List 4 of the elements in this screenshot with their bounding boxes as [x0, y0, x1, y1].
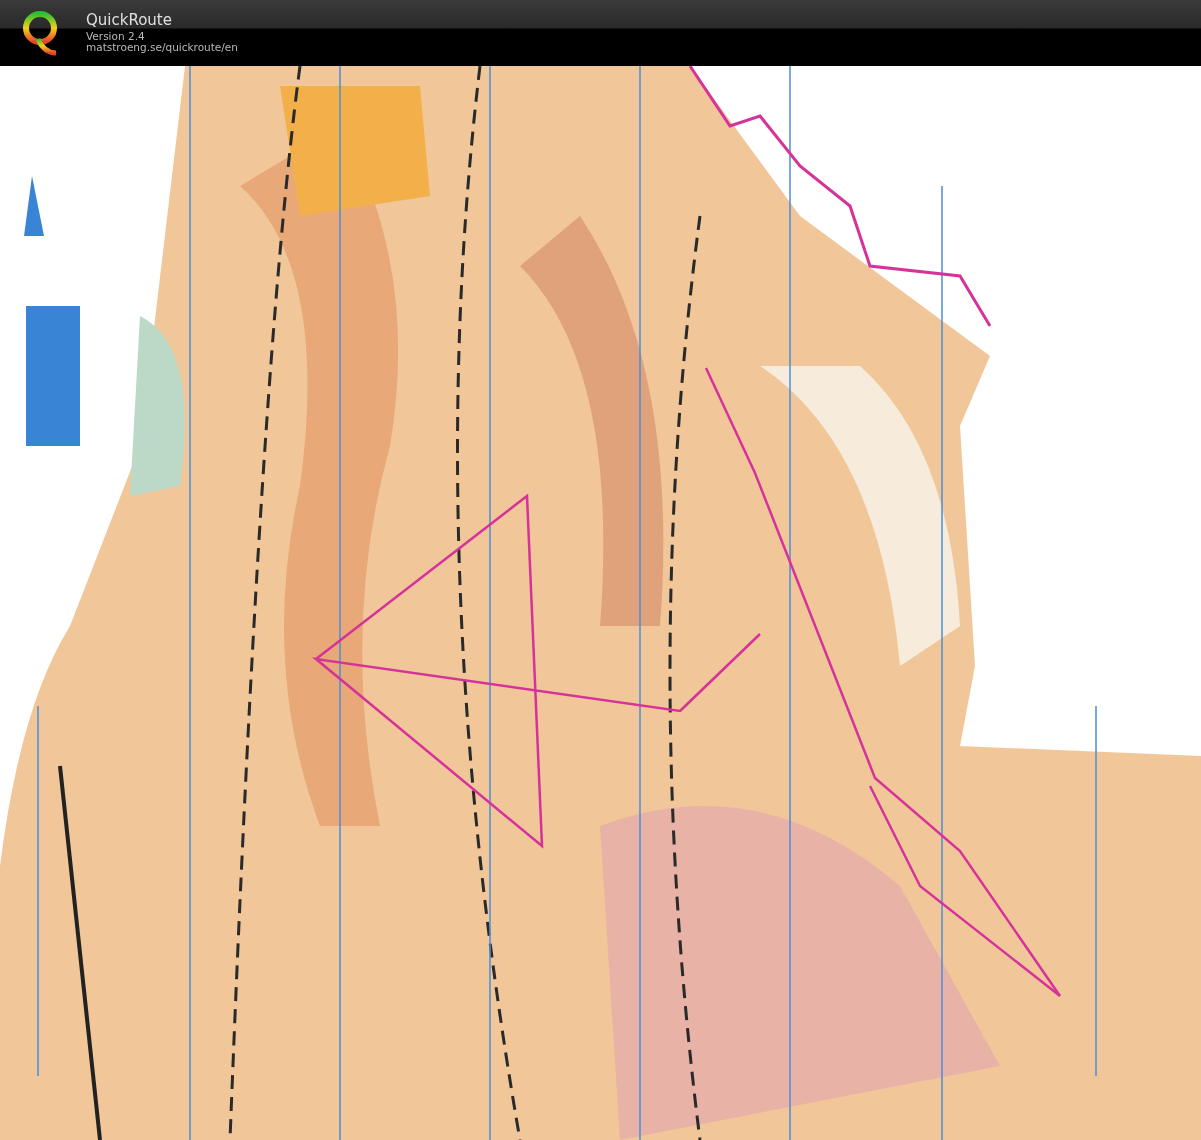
version-text: Version 2.4	[86, 30, 146, 43]
logo-icon	[20, 9, 60, 57]
app-title: QuickRoute	[86, 12, 173, 29]
website-url: matstroeng.se/quickroute/en	[86, 42, 238, 54]
